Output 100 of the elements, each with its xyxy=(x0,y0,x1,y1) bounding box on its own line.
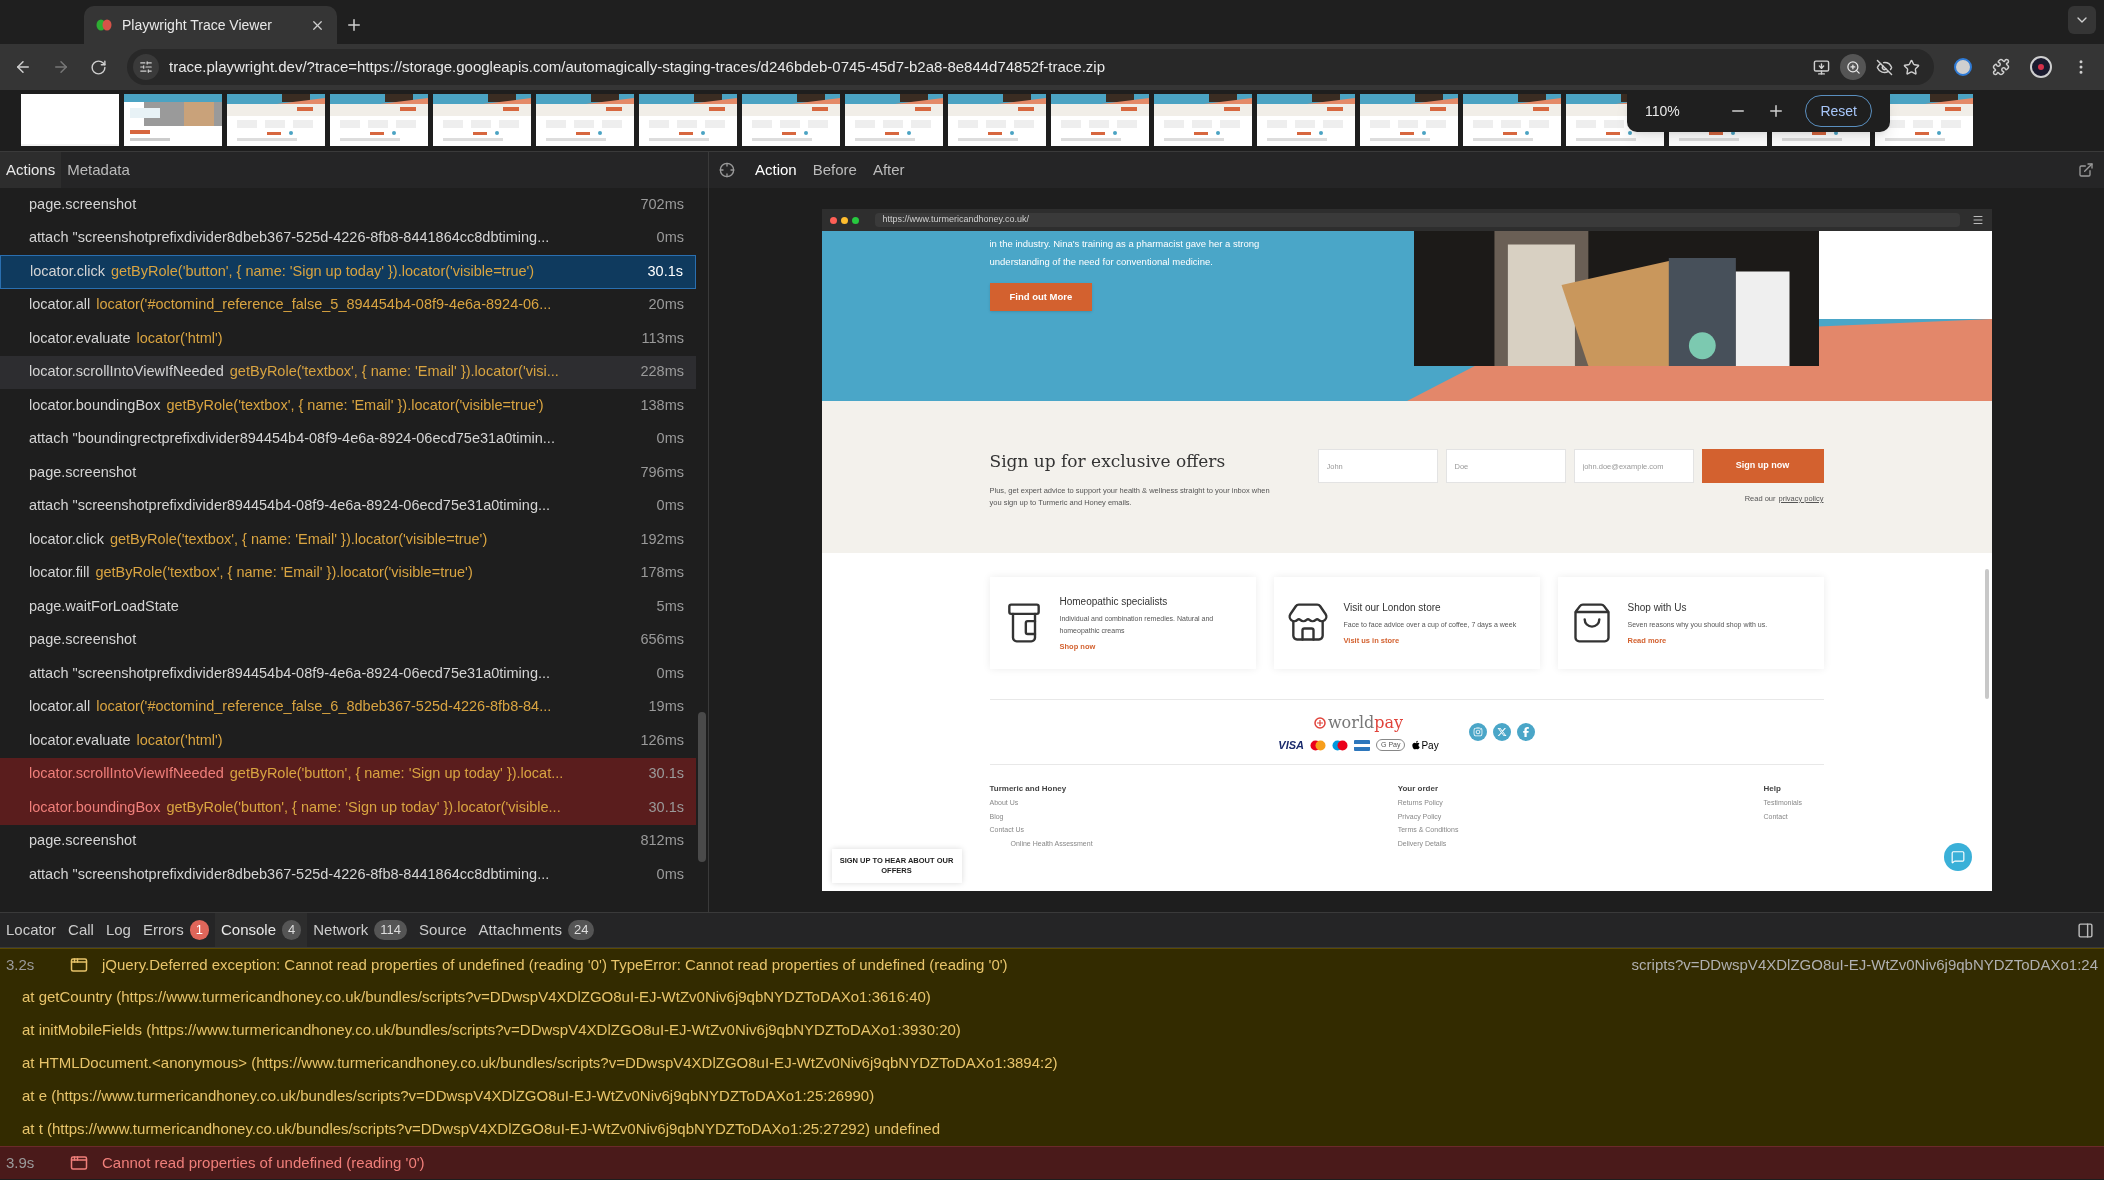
action-duration: 0ms xyxy=(656,663,684,683)
action-duration: 178ms xyxy=(640,563,684,583)
action-row[interactable]: locator.fill getByRole('textbox', { name: 'Email' }).locator('visible=true') 178ms xyxy=(0,556,696,590)
action-row[interactable]: locator.boundingBox getByRole('textbox', { name: 'Email' }).locator('visible=true') 138ms xyxy=(0,389,696,423)
action-method: locator.all xyxy=(29,295,91,315)
action-method: locator.click xyxy=(29,529,104,549)
count-badge: 1 xyxy=(189,920,209,940)
action-row[interactable]: locator.evaluate locator('html') 113ms xyxy=(0,322,696,356)
action-row[interactable]: page.screenshot 812ms xyxy=(0,824,696,858)
apple-pay-logo: Pay xyxy=(1411,737,1439,753)
card-icon xyxy=(1354,739,1370,751)
site-settings-icon[interactable] xyxy=(133,54,159,80)
action-selector: locator('html') xyxy=(136,328,223,348)
action-row[interactable]: locator.boundingBox getByRole('button', { name: 'Sign up today' }).locator('visible... 30.1s xyxy=(0,791,696,825)
action-row[interactable]: page.waitForLoadState 5ms xyxy=(0,590,696,624)
zoom-level: 110% xyxy=(1645,101,1681,121)
action-duration: 812ms xyxy=(640,831,684,851)
snapshot-url: https://www.turmericandhoney.co.uk/ xyxy=(874,213,1960,227)
count-badge: 114 xyxy=(374,920,408,940)
back-icon[interactable] xyxy=(14,58,32,76)
action-row[interactable]: locator.click getByRole('textbox', { name: 'Email' }).locator('visible=true') 192ms xyxy=(0,523,696,557)
bottom-tab[interactable]: Errors 1 xyxy=(136,913,215,947)
bottom-tab[interactable]: Attachments 24 xyxy=(472,913,601,947)
bottom-tab[interactable]: Call xyxy=(62,913,100,947)
forward-icon[interactable] xyxy=(52,58,70,76)
action-row[interactable]: locator.scrollIntoViewIfNeeded getByRole('button', { name: 'Sign up today' }).locat... 30.1s xyxy=(0,757,696,791)
tab-list-button[interactable] xyxy=(2068,6,2096,34)
action-row[interactable]: attach "screenshotprefixdivider894454b4-08f9-4e6a-8924-06ecd75e31a0timing... 0ms xyxy=(0,657,696,691)
new-tab-icon[interactable] xyxy=(345,16,363,34)
log-source[interactable]: scripts?v=DDwspV4XDlZGO8uI-EJ-WtZv0Niv6j9qbNYDZToDAXo1:24 xyxy=(1631,953,2098,977)
extension-icon[interactable] xyxy=(1954,58,1972,76)
action-duration: 30.1s xyxy=(647,261,683,281)
log-message: Cannot read properties of undefined (reading '0') xyxy=(102,1152,426,1173)
sidebar-toggle-icon[interactable] xyxy=(2077,921,2094,939)
window-icon xyxy=(70,956,88,974)
sign-up-now-button[interactable]: Sign up now xyxy=(1701,449,1824,483)
tab-title: Playwright Trace Viewer xyxy=(122,15,273,35)
install-icon[interactable] xyxy=(1813,58,1830,76)
panel-tab[interactable]: Metadata xyxy=(61,152,136,188)
bottom-tab[interactable]: Console 4 xyxy=(215,913,308,947)
bottom-tab[interactable]: Network 114 xyxy=(307,913,414,947)
action-method: locator.evaluate xyxy=(29,730,131,750)
action-row[interactable]: page.screenshot 656ms xyxy=(0,623,696,657)
action-duration: 5ms xyxy=(656,596,684,616)
stack-trace-line: at t (https://www.turmericandhoney.co.uk/bundles/scripts?v=DDwspV4XDlZGO8uI-EJ-WtZv0Niv6j9qbNYDZToDAXo1:25:27292) undefined xyxy=(22,1119,941,1140)
instagram-icon[interactable] xyxy=(1468,723,1487,741)
bookmark-star-icon[interactable] xyxy=(1903,58,1920,76)
open-external-icon[interactable] xyxy=(2078,162,2094,178)
browser-tab[interactable]: Playwright Trace Viewer xyxy=(84,6,337,44)
x-logo-icon[interactable] xyxy=(1492,723,1511,741)
action-method: page.waitForLoadState xyxy=(29,596,179,616)
action-row[interactable]: locator.all locator('#octomind_reference_false_5_894454b4-08f9-4e6a-8924-06... 20ms xyxy=(0,288,696,322)
card-title: Homeopathic specialists xyxy=(1059,594,1169,609)
action-row[interactable]: locator.all locator('#octomind_reference_false_6_8dbeb367-525d-4226-8fb8-84... 19ms xyxy=(0,690,696,724)
snapshot-tab[interactable]: Action xyxy=(755,158,797,182)
panel-tab[interactable]: Actions xyxy=(0,152,62,188)
action-selector: getByRole('button', { name: 'Sign up today' }).locat... xyxy=(229,764,564,784)
action-duration: 656ms xyxy=(640,630,684,650)
snapshot-tab[interactable]: Before xyxy=(812,158,857,182)
action-row[interactable]: attach "boundingrectprefixdivider894454b4-08f9-4e6a-8924-06ecd75e31a0timin... 0ms xyxy=(0,422,696,456)
footer-heading: Turmeric and Honey xyxy=(989,783,1068,795)
action-row[interactable]: locator.scrollIntoViewIfNeeded getByRole('textbox', { name: 'Email' }).locator('visi... 228ms xyxy=(0,355,696,389)
extensions-icon[interactable] xyxy=(1992,58,2010,76)
hero-text: in the industry. Nina's training as a pharmacist gave her a strong understanding of the need for conventional medicine. xyxy=(989,237,1261,269)
snapshot-tab[interactable]: After xyxy=(872,158,905,182)
action-method: attach "screenshotprefixdivider8dbeb367-525d-4226-8fb8-8441864cc8dbtiming... xyxy=(29,228,550,248)
action-row[interactable]: page.screenshot 796ms xyxy=(0,456,696,490)
target-icon[interactable] xyxy=(719,162,735,178)
profile-avatar[interactable] xyxy=(2030,56,2052,78)
action-duration: 0ms xyxy=(656,496,684,516)
action-row[interactable]: page.screenshot 702ms xyxy=(0,188,696,222)
bottom-tab[interactable]: Log xyxy=(99,913,137,947)
action-method: page.screenshot xyxy=(29,462,137,482)
reload-icon[interactable] xyxy=(90,58,107,76)
action-selector: locator('html') xyxy=(136,730,223,750)
card-circles-icon xyxy=(1332,739,1348,751)
action-row[interactable]: locator.evaluate locator('html') 126ms xyxy=(0,724,696,758)
card-title: Visit our London store xyxy=(1343,600,1442,615)
action-row[interactable]: attach "screenshotprefixdivider8dbeb367-525d-4226-8fb8-8441864cc8dbtiming... 0ms xyxy=(0,858,696,892)
action-selector: getByRole('textbox', { name: 'Email' }).locator('visi... xyxy=(229,362,559,382)
stack-trace-line: at e (https://www.turmericandhoney.co.uk/bundles/scripts?v=DDwspV4XDlZGO8uI-EJ-WtZv0Niv6j9qbNYDZToDAXo1:25:26990) xyxy=(22,1086,875,1107)
action-method: attach "screenshotprefixdivider8dbeb367-525d-4226-8fb8-8441864cc8dbtiming... xyxy=(29,864,550,884)
footer-heading: Your order xyxy=(1397,783,1439,795)
action-row[interactable]: attach "screenshotprefixdivider894454b4-08f9-4e6a-8924-06ecd75e31a0timing... 0ms xyxy=(0,489,696,523)
eye-off-icon[interactable] xyxy=(1876,58,1893,76)
action-row[interactable]: attach "screenshotprefixdivider8dbeb367-525d-4226-8fb8-8441864cc8dbtiming... 0ms xyxy=(0,221,696,255)
log-message: jQuery.Deferred exception: Cannot read properties of undefined (reading '0') TypeError: Cannot read properties of undefined (reading '0') xyxy=(102,954,1009,975)
url-text: trace.playwright.dev/?trace=https://storage.googleapis.com/automagically-staging-traces/d246bdeb-0745-45d7-b2a8-8e844d74852f-trace.zip xyxy=(169,56,1106,77)
action-duration: 702ms xyxy=(640,194,684,214)
bottom-tab[interactable]: Source xyxy=(413,913,473,947)
find-out-more-button[interactable]: Find out More xyxy=(989,283,1093,312)
action-selector: getByRole('textbox', { name: 'Email' }).locator('visible=true') xyxy=(95,563,473,583)
count-badge: 24 xyxy=(567,920,595,940)
facebook-icon[interactable] xyxy=(1516,723,1535,741)
bottom-tab[interactable]: Locator xyxy=(0,913,63,947)
zoom-icon[interactable] xyxy=(1840,54,1866,80)
action-row[interactable]: locator.click getByRole('button', { name: 'Sign up today' }).locator('visible=true') 30.1s xyxy=(0,255,696,289)
action-duration: 19ms xyxy=(648,697,684,717)
action-duration: 138ms xyxy=(640,395,684,415)
address-bar[interactable]: trace.playwright.dev/?trace=https://storage.googleapis.com/automagically-staging-traces/d246bdeb-0745-45d7-b2a8-8e844d74852f-trace.zip xyxy=(127,49,1934,85)
